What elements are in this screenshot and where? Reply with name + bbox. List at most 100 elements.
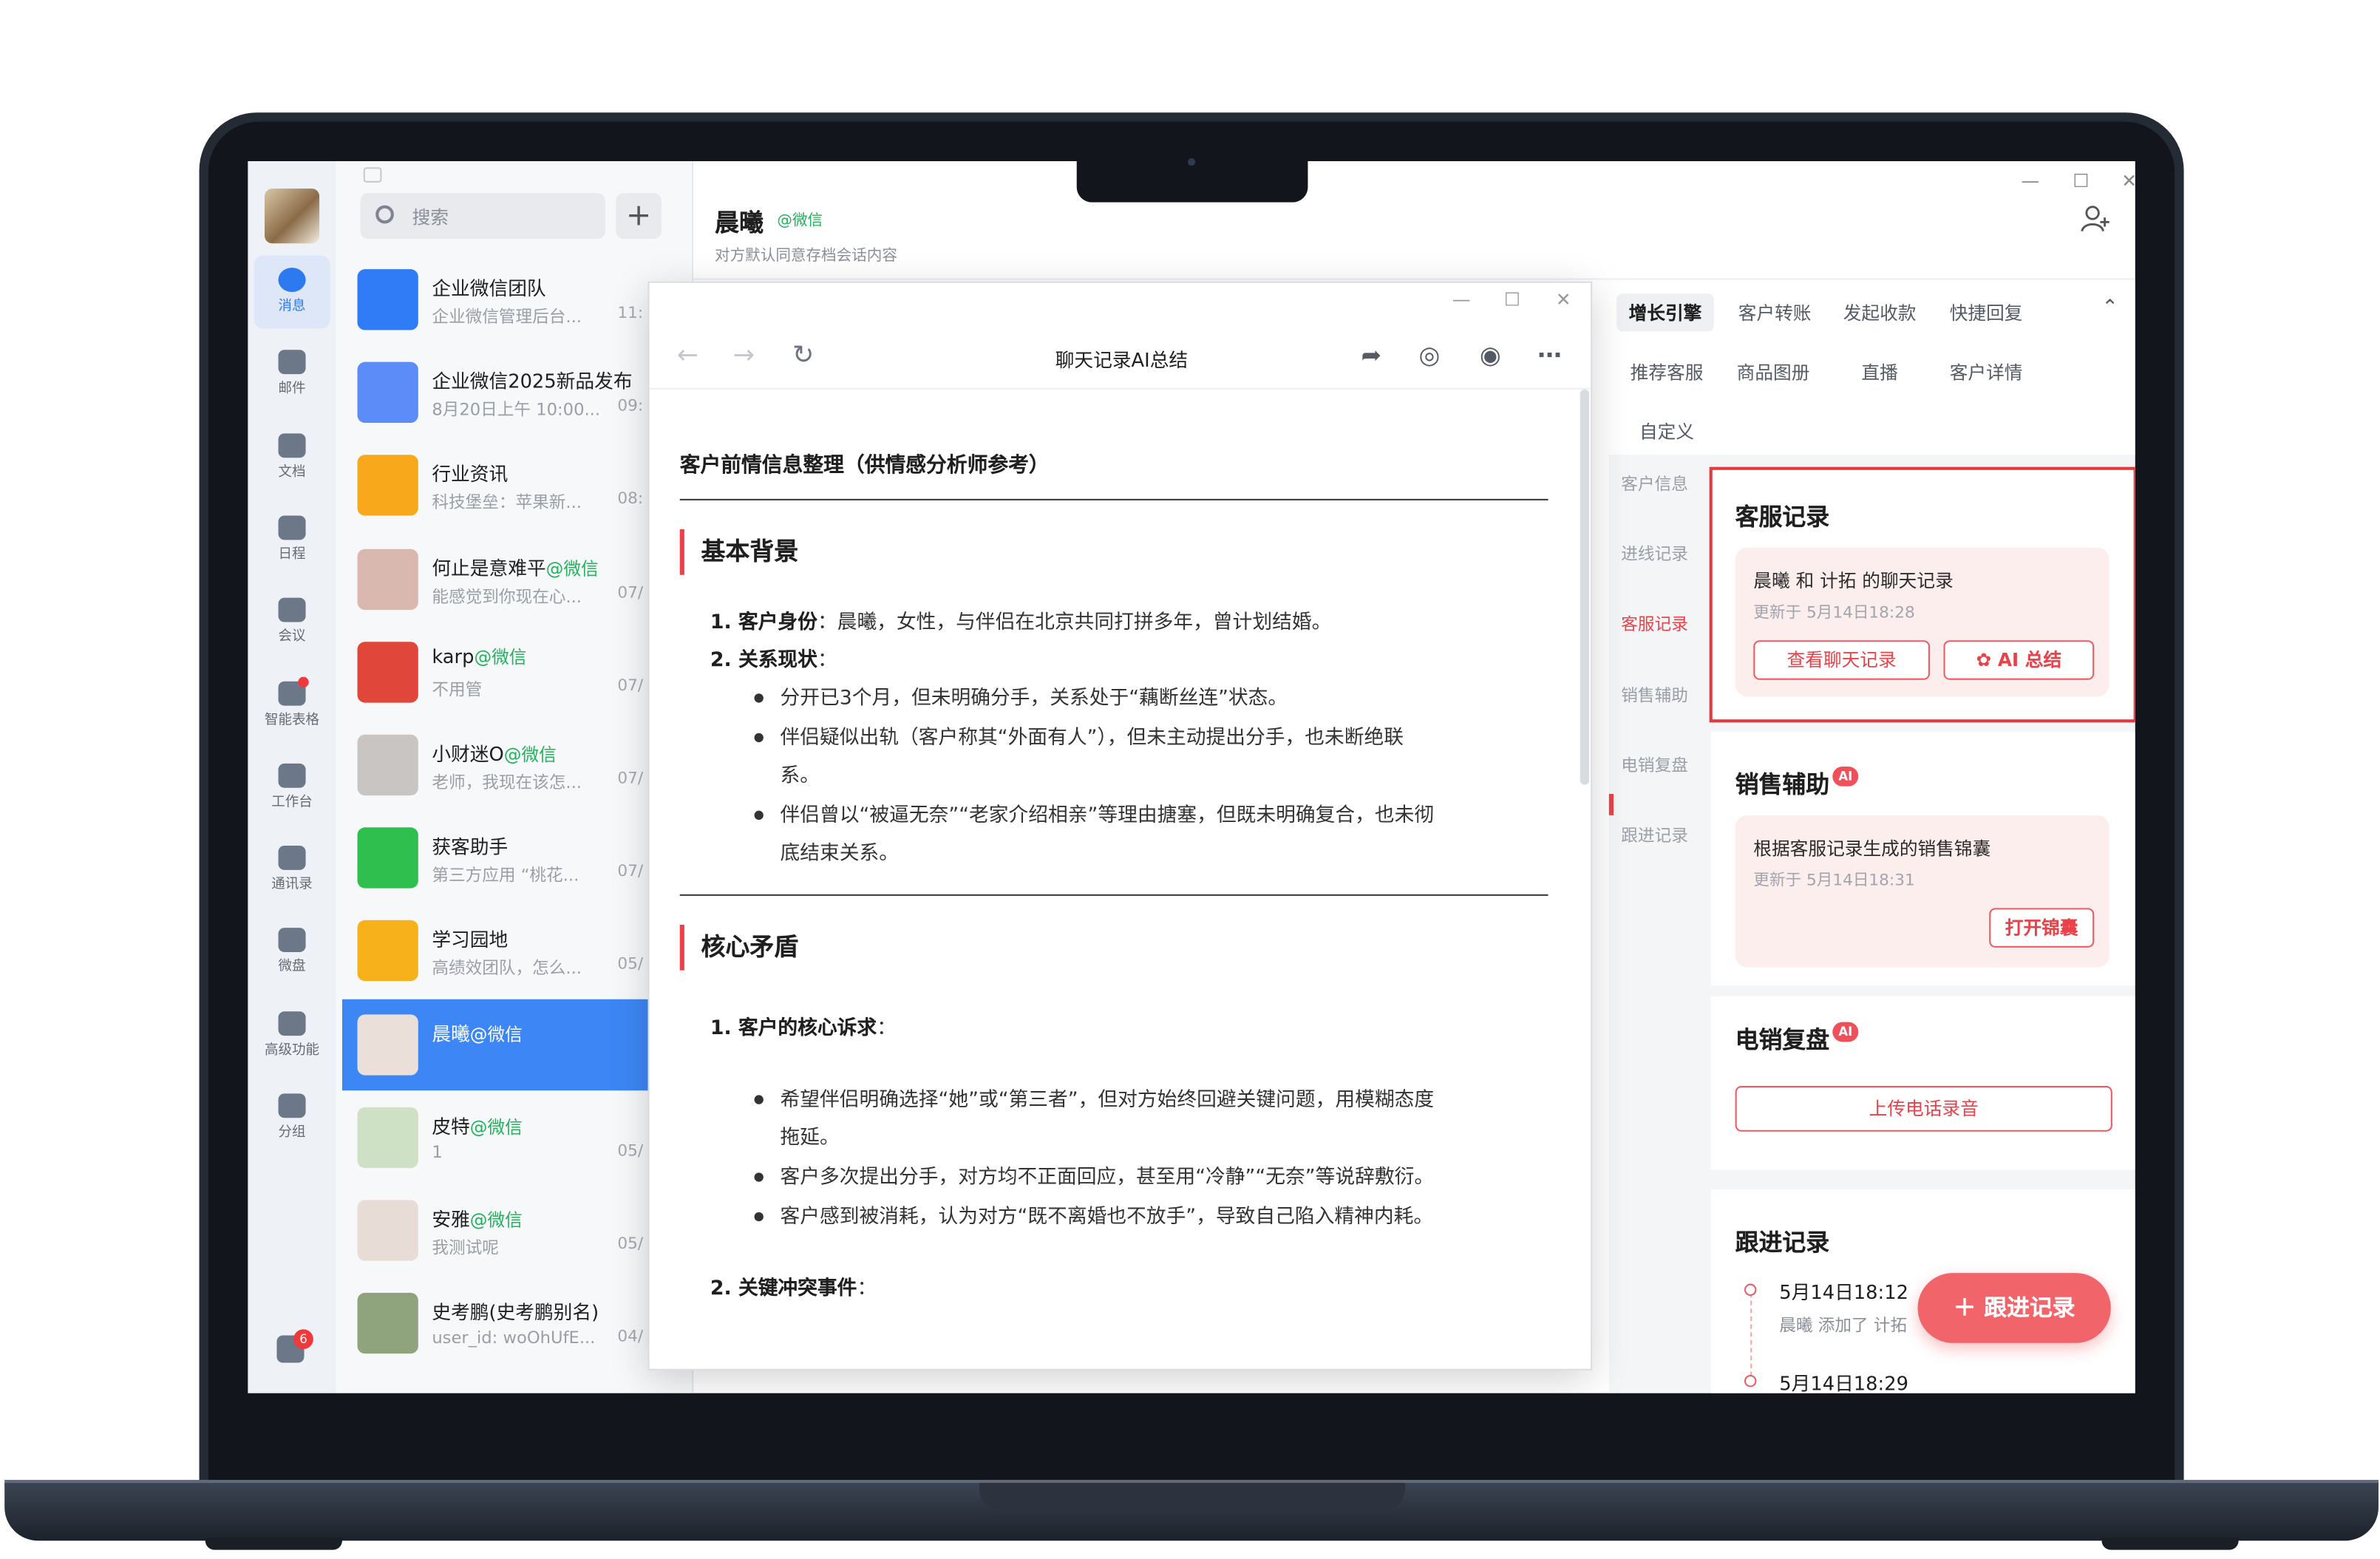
conversation-list: 搜索 + 企业微信团队 企业微信管理后台... 11: 企业微信2025新品发布 8月2… — [336, 161, 694, 1393]
conversation-time: 05/ — [617, 955, 644, 974]
doc-bullet: 客户感到被消耗，认为对方“既不离婚也不放手”，导致自己陷入精神内耗。 — [780, 1206, 1434, 1229]
stage: 消息 邮件 文档 日程 会议 智能表格 工作台 通讯录 微盘 高级功能 分组 6 搜索 + 企业微信… — [0, 0, 2380, 1559]
window-mini-icon[interactable] — [363, 167, 382, 183]
maximize-icon[interactable]: ☐ — [2073, 170, 2089, 191]
tab-customer-detail[interactable]: 客户详情 — [1950, 359, 2023, 385]
conversation-row[interactable]: 史考鹏(史考鹏别名) user_id: woOhUfE... 04/ — [342, 1278, 693, 1369]
conversation-row[interactable]: 晨曦@微信 — [341, 998, 694, 1090]
sidebar-item-label: 分组 — [278, 1125, 306, 1141]
sales-assist-card: 销售辅助 AI 根据客服记录生成的销售锦囊 更新于 5月14日18:31 打开锦囊 — [1710, 731, 2135, 986]
conversation-name: 安雅@微信 — [432, 1207, 523, 1231]
subnav-call-review[interactable]: 电销复盘 — [1621, 753, 1688, 777]
open-kit-button[interactable]: 打开锦囊 — [1989, 908, 2095, 948]
popup-close-icon[interactable]: ✕ — [1556, 289, 1571, 310]
sidebar-item-advanced[interactable]: 高级功能 — [254, 999, 330, 1072]
panel-subnav: 客户信息 进线记录 客服记录 销售辅助 电销复盘 跟进记录 — [1608, 455, 1710, 1393]
tab-recommend-service[interactable]: 推荐客服 — [1631, 359, 1704, 385]
tab-live[interactable]: 直播 — [1861, 359, 1897, 385]
subnav-followup[interactable]: 跟进记录 — [1621, 823, 1688, 847]
sidebar-item-docs[interactable]: 文档 — [254, 421, 330, 494]
sidebar-item-mail[interactable]: 邮件 — [254, 338, 330, 411]
sidebar-item-smart-sheet[interactable]: 智能表格 — [254, 668, 330, 741]
conversation-row[interactable]: 行业资讯 科技堡垒：苹果新... 08: — [342, 440, 693, 531]
tab-collect-payment[interactable]: 发起收款 — [1843, 299, 1917, 325]
conversation-time: 05/ — [617, 1141, 644, 1161]
doc-item: 1. 客户的核心诉求： — [710, 1017, 897, 1041]
tab-custom[interactable]: 自定义 — [1639, 418, 1694, 444]
ai-summary-button[interactable]: ✿ AI 总结 — [1943, 640, 2095, 680]
sidebar-item-drive[interactable]: 微盘 — [254, 916, 330, 989]
conversation-row[interactable]: 安雅@微信 我测试呢 05/ — [342, 1185, 693, 1276]
conversation-time: 05/ — [617, 1234, 644, 1254]
tab-growth-engine[interactable]: 增长引擎 — [1616, 293, 1714, 332]
sales-assist-updated: 更新于 5月14日18:31 — [1753, 871, 1915, 890]
avatar — [357, 269, 418, 330]
wechat-icon[interactable]: ◎ — [1419, 341, 1441, 370]
sidebar-item-messages[interactable]: 消息 — [254, 255, 330, 329]
sidebar-item-label: 消息 — [278, 299, 306, 315]
subnav-customer-info[interactable]: 客户信息 — [1621, 472, 1688, 496]
sidebar-item-workbench[interactable]: 工作台 — [254, 751, 330, 824]
search-input[interactable]: 搜索 — [360, 193, 605, 240]
share-icon[interactable]: ➦ — [1361, 341, 1381, 370]
conversation-row[interactable]: karp@微信 不用管 07/ — [342, 626, 693, 717]
add-button[interactable]: + — [616, 193, 662, 240]
service-record-card: 客服记录 晨曦 和 计拓 的聊天记录 更新于 5月14日18:28 查看聊天记录… — [1710, 468, 2135, 719]
sidebar-item-label: 会议 — [278, 630, 306, 645]
conversation-name: 学习园地 — [432, 928, 509, 951]
sales-assist-box: 根据客服记录生成的销售锦囊 更新于 5月14日18:31 打开锦囊 — [1735, 815, 2109, 968]
conversation-row[interactable]: 皮特@微信 1 05/ — [342, 1092, 693, 1183]
conversation-row[interactable]: 企业微信团队 企业微信管理后台... 11: — [342, 254, 693, 345]
collapse-icon[interactable]: ⌃ — [2101, 296, 2118, 319]
section-heading: 核心矛盾 — [679, 924, 798, 971]
timeline-dot — [1744, 1374, 1757, 1388]
conversation-row[interactable]: 小财迷O@微信 老师，我现在该怎... 07/ — [342, 719, 693, 810]
user-avatar[interactable] — [265, 188, 320, 244]
conversation-row[interactable]: 何止是意难平@微信 能感觉到你现在心... 07/ — [342, 533, 693, 624]
browser-icon[interactable]: ◉ — [1480, 341, 1501, 370]
subnav-sales-assist[interactable]: 销售辅助 — [1621, 683, 1688, 707]
doc-bullet: 客户多次提出分手，对方均不正面回应，甚至用“冷静”“无奈”等说辞敷衍。 — [780, 1166, 1435, 1189]
sidebar-item-meeting[interactable]: 会议 — [254, 586, 330, 659]
sales-assist-title: 销售辅助 AI — [1735, 766, 1859, 800]
minimize-icon[interactable]: — — [2021, 170, 2039, 191]
bullet — [754, 810, 764, 820]
conversation-row[interactable]: 获客助手 第三方应用 “桃花... 07/ — [342, 812, 693, 903]
timeline-line — [1750, 1292, 1752, 1385]
popup-minimize-icon[interactable]: — — [1452, 289, 1471, 310]
conversation-name: 获客助手 — [432, 835, 509, 858]
sidebar-item-label: 文档 — [278, 464, 306, 480]
sidebar-item-contacts[interactable]: 通讯录 — [254, 834, 330, 907]
sidebar-item-label: 日程 — [278, 547, 306, 563]
calendar-icon — [278, 515, 306, 540]
tab-customer-transfer[interactable]: 客户转账 — [1738, 299, 1812, 325]
conversation-name: 何止是意难平@微信 — [432, 556, 599, 580]
popup-toolbar-divider — [649, 387, 1591, 390]
ai-badge: AI — [1832, 1022, 1859, 1042]
divider — [679, 894, 1548, 896]
bullet — [754, 1095, 764, 1104]
close-icon[interactable]: ✕ — [2121, 170, 2135, 191]
divider — [679, 498, 1548, 500]
view-chat-record-button[interactable]: 查看聊天记录 — [1753, 640, 1930, 680]
scrollbar[interactable] — [1580, 389, 1590, 785]
conversation-name: 晨曦@微信 — [432, 1021, 523, 1045]
tab-quick-reply[interactable]: 快捷回复 — [1950, 299, 2023, 325]
conversation-row[interactable]: 学习园地 高绩效团队，怎么... 05/ — [342, 906, 693, 996]
service-record-summary: 晨曦 和 计拓 的聊天记录 — [1753, 570, 1954, 592]
tab-product-album[interactable]: 商品图册 — [1737, 359, 1810, 385]
sidebar-item-group[interactable]: 分组 — [254, 1081, 330, 1155]
subnav-service-record[interactable]: 客服记录 — [1621, 611, 1688, 636]
add-member-icon[interactable] — [2081, 204, 2111, 234]
subnav-inbound-record[interactable]: 进线记录 — [1621, 541, 1688, 565]
conversation-row[interactable]: 企业微信2025新品发布 8月20日上午 10:00... 09: — [342, 347, 693, 438]
upload-recording-button[interactable]: 上传电话录音 — [1735, 1086, 2112, 1132]
sidebar-item-calendar[interactable]: 日程 — [254, 503, 330, 577]
add-followup-button[interactable]: ＋ 跟进记录 — [1917, 1273, 2111, 1343]
ai-badge: AI — [1832, 766, 1859, 787]
conversation-name: 企业微信2025新品发布 — [432, 370, 633, 393]
chat-title: 晨曦 — [715, 208, 764, 237]
app-window: 消息 邮件 文档 日程 会议 智能表格 工作台 通讯录 微盘 高级功能 分组 6 搜索 + 企业微信… — [248, 161, 2135, 1393]
more-icon[interactable]: ⋯ — [1537, 341, 1562, 370]
popup-maximize-icon[interactable]: ☐ — [1504, 289, 1520, 310]
